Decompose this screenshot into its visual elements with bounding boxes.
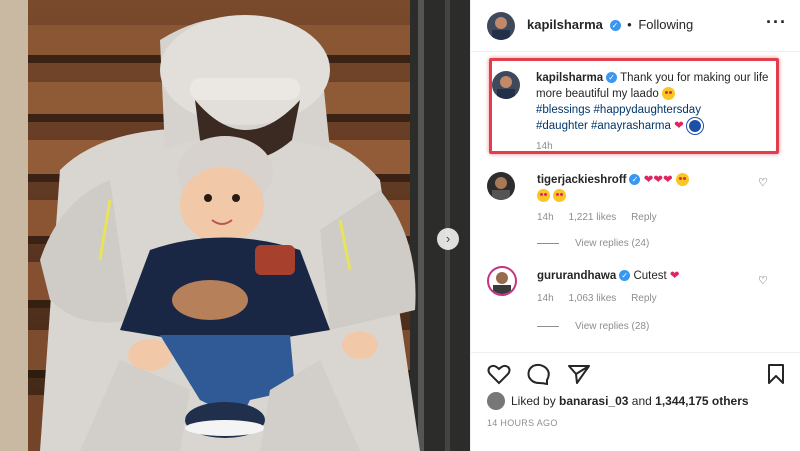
caption-hashtags-line-2[interactable]: #daughter #anayrasharma bbox=[536, 120, 671, 132]
post-sidebar: kapilsharma ✓ • Following ··· kapilsharm… bbox=[470, 0, 800, 451]
next-image-button[interactable]: › bbox=[437, 228, 459, 250]
verified-icon: ✓ bbox=[629, 174, 641, 186]
comment-like-button[interactable]: ♡ bbox=[758, 274, 768, 287]
post-header: kapilsharma ✓ • Following ··· bbox=[471, 0, 800, 52]
commenter-avatar[interactable] bbox=[487, 172, 515, 200]
likes-count[interactable]: 1,344,175 others bbox=[655, 394, 748, 408]
heart-icon bbox=[487, 364, 511, 385]
heart-outline-icon: ♡ bbox=[758, 177, 768, 189]
view-replies-button[interactable]: View replies (24) bbox=[575, 238, 649, 249]
comment-text: Cutest bbox=[633, 270, 667, 282]
heart-eyes-emoji-icon bbox=[553, 189, 567, 203]
caption-avatar[interactable] bbox=[492, 71, 520, 99]
nazar-amulet-emoji-icon bbox=[686, 118, 703, 134]
post-photo[interactable]: › bbox=[0, 0, 470, 451]
red-heart-emoji-icon: ❤ bbox=[653, 174, 663, 186]
ellipsis-icon: ··· bbox=[766, 12, 787, 32]
replies-divider bbox=[537, 325, 559, 327]
comment-button[interactable] bbox=[527, 363, 551, 390]
comment-likes[interactable]: 1,221 likes bbox=[568, 212, 616, 223]
comment-time: 14h bbox=[537, 212, 554, 223]
liked-by-prefix: Liked by bbox=[511, 394, 556, 408]
heart-eyes-emoji-icon bbox=[537, 189, 550, 203]
red-heart-emoji-icon: ❤ bbox=[674, 120, 684, 133]
following-button[interactable]: Following bbox=[638, 17, 693, 32]
reply-button[interactable]: Reply bbox=[631, 212, 657, 223]
red-heart-emoji-icon: ❤ bbox=[662, 174, 673, 186]
liked-by-conjunction: and bbox=[631, 394, 652, 408]
comment-icon bbox=[527, 363, 550, 386]
liker-avatar[interactable] bbox=[487, 392, 505, 410]
avatar[interactable] bbox=[487, 12, 515, 40]
avatar-image bbox=[493, 272, 511, 294]
comment-like-button[interactable]: ♡ bbox=[758, 176, 768, 189]
verified-icon: ✓ bbox=[619, 270, 631, 282]
share-icon bbox=[568, 365, 590, 384]
post-timestamp: 14 HOURS AGO bbox=[487, 418, 558, 428]
more-options-button[interactable]: ··· bbox=[766, 12, 787, 33]
replies-divider bbox=[537, 242, 559, 244]
verified-icon: ✓ bbox=[606, 72, 618, 84]
heart-eyes-emoji-icon bbox=[661, 87, 675, 101]
heart-eyes-emoji-icon bbox=[675, 173, 689, 187]
comment-time: 14h bbox=[537, 293, 554, 304]
comment-item: gururandhawa ✓ Cutest ❤ 14h 1,063 likes R… bbox=[471, 266, 800, 346]
header-separator: • bbox=[627, 17, 632, 32]
view-replies-button[interactable]: View replies (28) bbox=[575, 321, 649, 332]
verified-icon: ✓ bbox=[609, 20, 621, 32]
comment-likes[interactable]: 1,063 likes bbox=[568, 293, 616, 304]
comment-username[interactable]: gururandhawa bbox=[537, 270, 616, 282]
bookmark-icon bbox=[768, 364, 784, 384]
save-button[interactable] bbox=[766, 363, 786, 390]
avatar-image bbox=[497, 76, 515, 99]
action-bar bbox=[471, 352, 800, 392]
avatar-image bbox=[492, 177, 510, 200]
caption-username[interactable]: kapilsharma bbox=[536, 72, 603, 84]
photo-illustration bbox=[0, 0, 470, 451]
caption-block: kapilsharma ✓ Thank you for making our li… bbox=[489, 58, 779, 154]
reply-button[interactable]: Reply bbox=[631, 293, 657, 304]
like-button[interactable] bbox=[487, 363, 511, 390]
red-heart-emoji-icon: ❤ bbox=[669, 270, 680, 282]
commenter-avatar[interactable] bbox=[487, 266, 517, 296]
heart-outline-icon: ♡ bbox=[758, 275, 768, 287]
comment-username[interactable]: tigerjackieshroff bbox=[537, 174, 626, 186]
comment-item: tigerjackieshroff ✓ ❤❤❤ 14h 1,221 likes R… bbox=[471, 170, 800, 250]
liker-username[interactable]: banarasi_03 bbox=[559, 394, 628, 408]
share-button[interactable] bbox=[567, 363, 591, 390]
caption-time: 14h bbox=[536, 141, 553, 152]
red-heart-emoji-icon: ❤ bbox=[643, 174, 654, 186]
avatar-image bbox=[492, 17, 510, 40]
chevron-right-icon: › bbox=[445, 231, 451, 246]
caption-hashtags-line-1[interactable]: #blessings #happydaughtersday bbox=[536, 104, 701, 116]
header-username[interactable]: kapilsharma bbox=[527, 17, 603, 32]
